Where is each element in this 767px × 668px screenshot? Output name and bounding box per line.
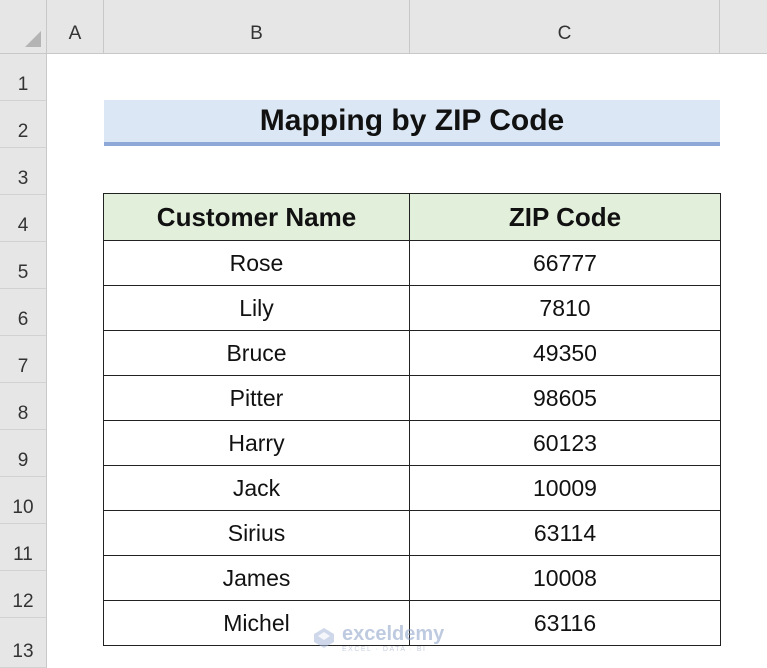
row-header-9[interactable]: 9 — [0, 430, 47, 477]
row-header-8[interactable]: 8 — [0, 383, 47, 430]
row-header-5[interactable]: 5 — [0, 242, 47, 289]
row-header-2[interactable]: 2 — [0, 101, 47, 148]
zip-code-cell[interactable]: 10008 — [409, 555, 721, 601]
row-header-12[interactable]: 12 — [0, 571, 47, 618]
customer-name-cell[interactable]: Sirius — [103, 510, 410, 556]
zip-code-cell[interactable]: 66777 — [409, 240, 721, 286]
header-customer-name[interactable]: Customer Name — [103, 193, 410, 241]
customer-name-cell[interactable]: James — [103, 555, 410, 601]
row-header-10[interactable]: 10 — [0, 477, 47, 524]
row-header-4[interactable]: 4 — [0, 195, 47, 242]
row-header-6[interactable]: 6 — [0, 289, 47, 336]
table-row: Harry 60123 — [103, 420, 721, 466]
spreadsheet: A B C 1 2 3 4 5 6 7 8 9 10 11 12 13 Mapp… — [0, 0, 767, 668]
customer-name-cell[interactable]: Pitter — [103, 375, 410, 421]
table-header-row: Customer Name ZIP Code — [103, 193, 721, 241]
table-row: Pitter 98605 — [103, 375, 721, 421]
watermark-subtext: EXCEL · DATA · BI — [342, 645, 427, 653]
column-header-a[interactable]: A — [47, 0, 104, 54]
customer-name-cell[interactable]: Harry — [103, 420, 410, 466]
row-header-13[interactable]: 13 — [0, 618, 47, 668]
zip-code-cell[interactable]: 98605 — [409, 375, 721, 421]
header-zip-code[interactable]: ZIP Code — [409, 193, 721, 241]
column-header-empty[interactable] — [720, 0, 767, 54]
sheet-title[interactable]: Mapping by ZIP Code — [104, 100, 720, 146]
watermark-text: exceldemy — [342, 622, 445, 645]
select-all-triangle-icon — [25, 31, 41, 47]
table-row: Jack 10009 — [103, 465, 721, 511]
customer-name-cell[interactable]: Lily — [103, 285, 410, 331]
customer-name-cell[interactable]: Jack — [103, 465, 410, 511]
zip-code-cell[interactable]: 60123 — [409, 420, 721, 466]
zip-code-cell[interactable]: 63114 — [409, 510, 721, 556]
customer-name-cell[interactable]: Bruce — [103, 330, 410, 376]
row-header-7[interactable]: 7 — [0, 336, 47, 383]
customer-zip-table: Customer Name ZIP Code Rose 66777 Lily 7… — [103, 193, 721, 646]
exceldemy-logo-icon — [314, 628, 334, 648]
row-header-1[interactable]: 1 — [0, 54, 47, 101]
select-all-button[interactable] — [0, 0, 47, 54]
zip-code-cell[interactable]: 7810 — [409, 285, 721, 331]
row-header-3[interactable]: 3 — [0, 148, 47, 195]
watermark: exceldemy EXCEL · DATA · BI — [312, 622, 462, 654]
column-header-c[interactable]: C — [410, 0, 720, 54]
zip-code-cell[interactable]: 49350 — [409, 330, 721, 376]
table-row: James 10008 — [103, 555, 721, 601]
table-row: Lily 7810 — [103, 285, 721, 331]
table-row: Bruce 49350 — [103, 330, 721, 376]
column-header-b[interactable]: B — [104, 0, 410, 54]
table-row: Sirius 63114 — [103, 510, 721, 556]
zip-code-cell[interactable]: 10009 — [409, 465, 721, 511]
customer-name-cell[interactable]: Rose — [103, 240, 410, 286]
table-row: Rose 66777 — [103, 240, 721, 286]
row-header-11[interactable]: 11 — [0, 524, 47, 571]
